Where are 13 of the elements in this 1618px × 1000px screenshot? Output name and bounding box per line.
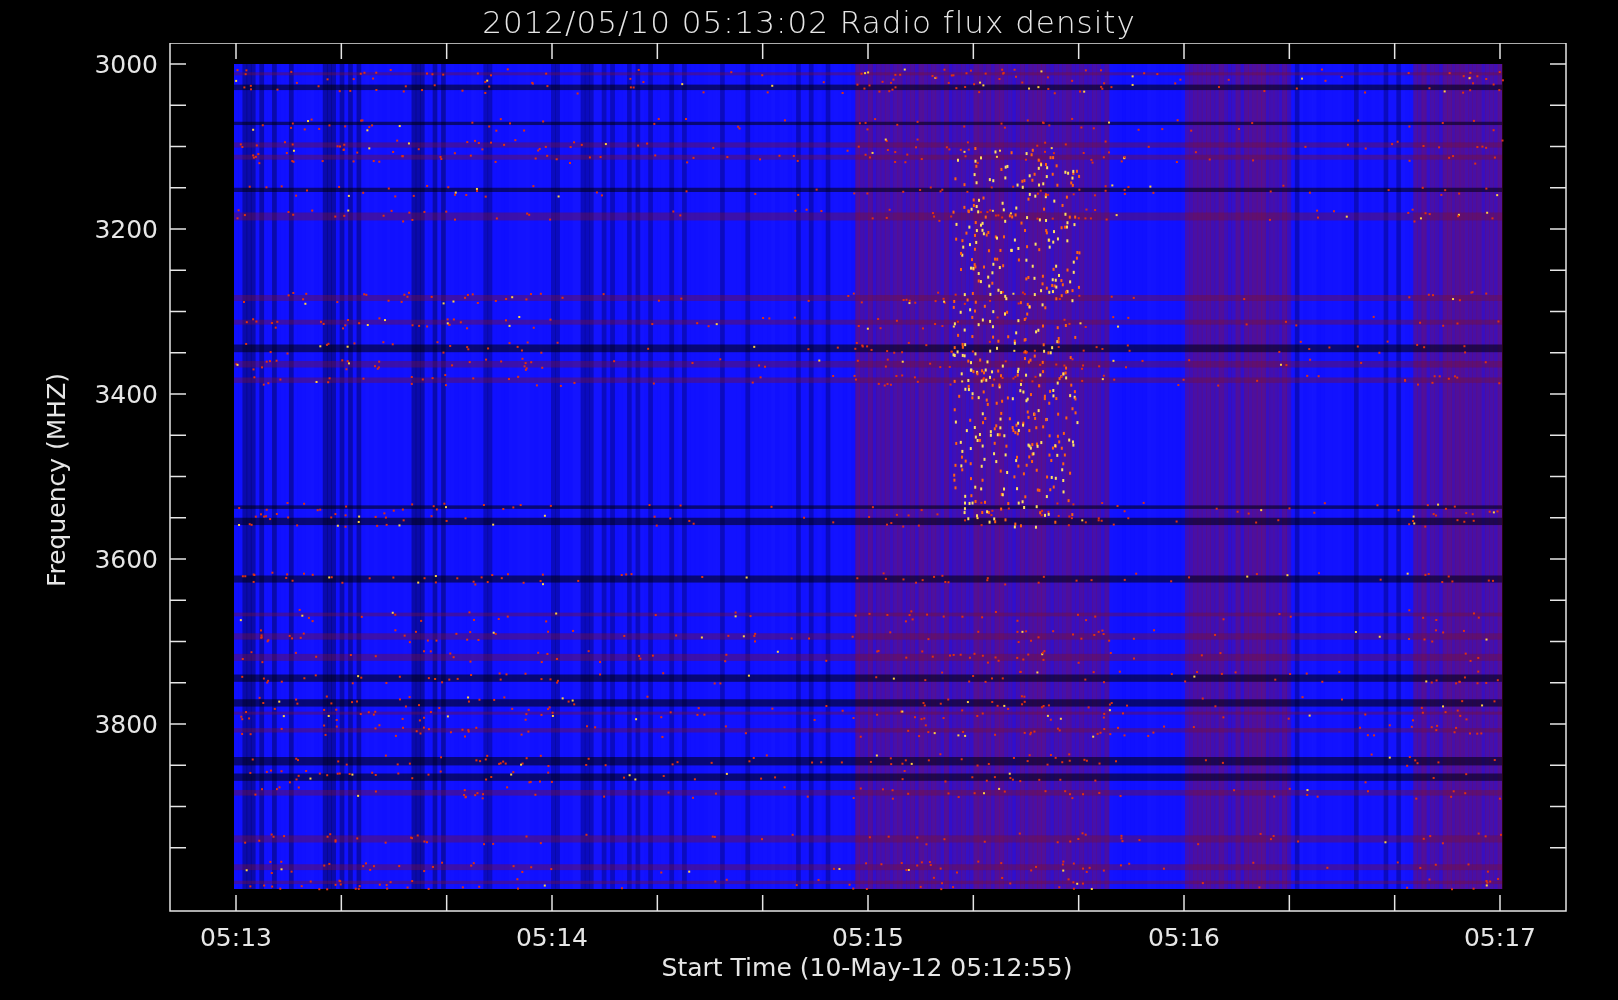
y-tick-label: 3800	[94, 710, 158, 739]
x-axis-label: Start Time (10-May-12 05:12:55)	[661, 953, 1073, 982]
x-tick-label: 05:17	[1464, 923, 1536, 952]
x-tick-label: 05:14	[516, 923, 588, 952]
chart-title: 2012/05/10 05:13:02 Radio flux density	[482, 2, 1136, 42]
y-axis-label: Frequency (MHZ)	[42, 372, 71, 588]
y-tick-label: 3600	[94, 545, 158, 574]
x-tick-label: 05:13	[200, 923, 272, 952]
x-tick-label: 05:16	[1148, 923, 1220, 952]
x-tick-label: 05:15	[832, 923, 904, 952]
y-tick-label: 3400	[94, 380, 158, 409]
y-tick-label: 3000	[94, 50, 158, 79]
y-tick-label: 3200	[94, 215, 158, 244]
